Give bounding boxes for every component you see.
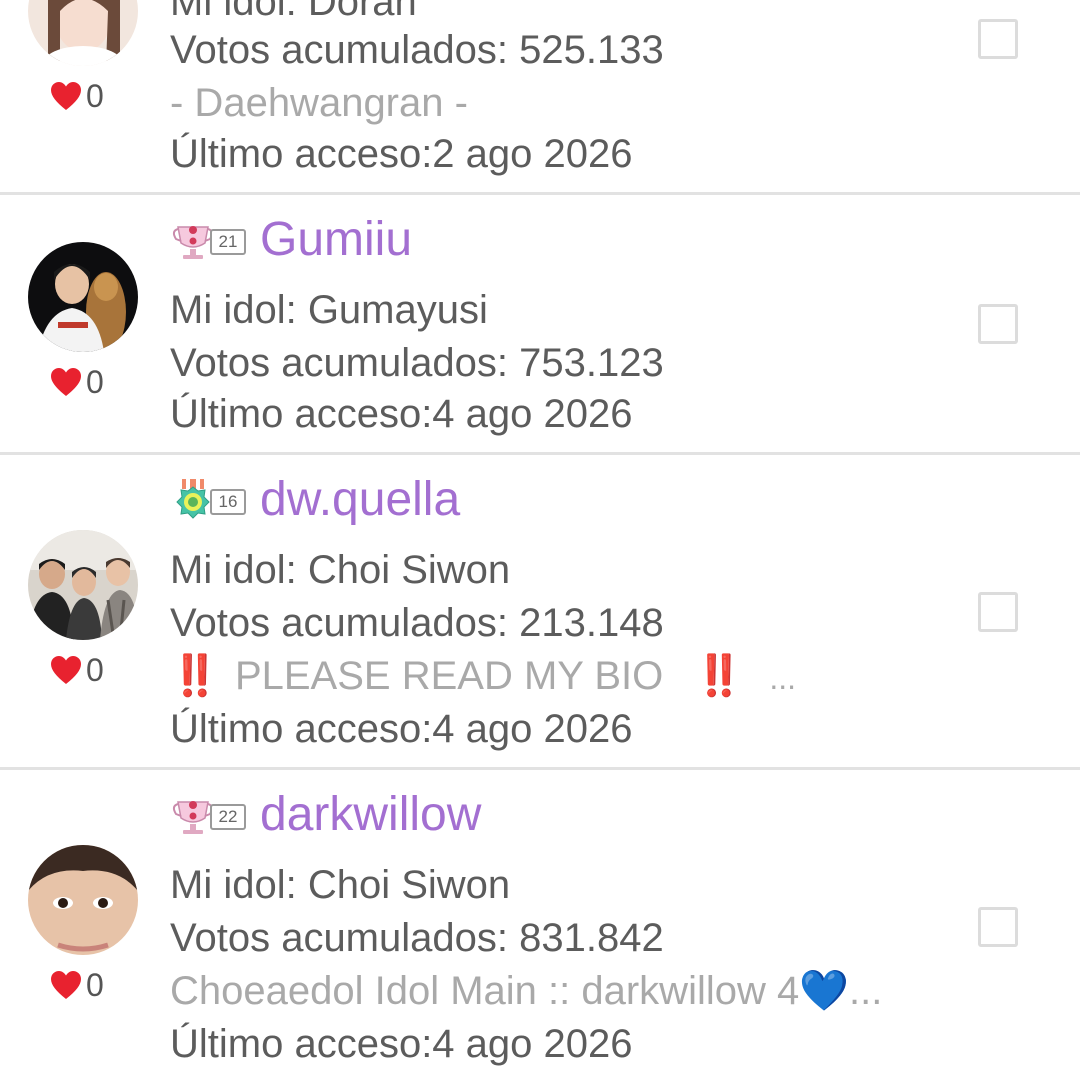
idol-line: Mi idol: Choi Siwon <box>170 863 511 907</box>
select-checkbox[interactable] <box>978 19 1018 59</box>
like-count: 0 <box>86 652 104 688</box>
heart-icon <box>51 971 81 999</box>
name-line: 22 darkwillow <box>170 785 481 845</box>
heart-icon <box>51 656 81 684</box>
status-ellipsis: ... <box>769 660 796 696</box>
level-badge: 21 <box>170 217 248 263</box>
avatar[interactable] <box>28 845 138 955</box>
status-message: ‼️ PLEASE READ MY BIO ‼️ ... <box>170 650 796 704</box>
likes[interactable]: 0 <box>50 965 104 1005</box>
heart-icon <box>51 368 81 396</box>
last-access: Último acceso:4 ago 2026 <box>170 707 633 751</box>
likes[interactable]: 0 <box>50 650 104 690</box>
last-access: Último acceso:2 ago 2026 <box>170 132 633 176</box>
like-count: 0 <box>86 364 104 400</box>
username[interactable]: Gumiiu <box>260 210 412 270</box>
level-number: 16 <box>210 489 246 515</box>
username[interactable]: darkwillow <box>260 785 481 845</box>
likes[interactable]: 0 <box>50 362 104 402</box>
last-access: Último acceso:4 ago 2026 <box>170 1022 633 1066</box>
votes-line: Votos acumulados: 831.842 <box>170 916 664 960</box>
name-line: 16 dw.quella <box>170 470 460 530</box>
idol-line: Mi idol: Gumayusi <box>170 288 488 332</box>
select-checkbox[interactable] <box>978 907 1018 947</box>
name-line: 21 Gumiiu <box>170 210 412 270</box>
like-count: 0 <box>86 967 104 1003</box>
avatar[interactable] <box>28 530 138 640</box>
user-row[interactable]: 0 Mi idol: Doran Votos acumulados: 525.1… <box>0 0 1080 192</box>
level-number: 22 <box>210 804 246 830</box>
double-exclamation-icon: ‼️ <box>170 654 220 698</box>
user-row[interactable]: 0 22 darkwillow Mi idol: Choi Siwon Voto… <box>0 770 1080 1080</box>
status-message: - Daehwangran - <box>170 81 468 125</box>
double-exclamation-icon: ‼️ <box>694 654 744 698</box>
user-list: 0 Mi idol: Doran Votos acumulados: 525.1… <box>0 0 1080 1080</box>
username[interactable]: dw.quella <box>260 470 460 530</box>
level-badge: 22 <box>170 792 248 838</box>
votes-line: Votos acumulados: 525.133 <box>170 28 664 72</box>
heart-icon <box>51 82 81 110</box>
status-message: Choeaedol Idol Main :: darkwillow 4💙... <box>170 969 883 1013</box>
user-row[interactable]: 0 21 Gumiiu Mi idol: Gumayusi Votos acum… <box>0 195 1080 452</box>
last-access: Último acceso:4 ago 2026 <box>170 392 633 436</box>
select-checkbox[interactable] <box>978 592 1018 632</box>
level-badge: 16 <box>170 477 248 523</box>
user-row[interactable]: 0 16 dw.quella Mi idol: Choi Siwon Votos… <box>0 455 1080 767</box>
votes-line: Votos acumulados: 213.148 <box>170 601 664 645</box>
avatar[interactable] <box>28 0 138 66</box>
like-count: 0 <box>86 78 104 114</box>
select-checkbox[interactable] <box>978 304 1018 344</box>
level-number: 21 <box>210 229 246 255</box>
likes[interactable]: 0 <box>50 76 104 116</box>
votes-line: Votos acumulados: 753.123 <box>170 341 664 385</box>
status-text: PLEASE READ MY BIO <box>234 654 664 698</box>
avatar[interactable] <box>28 242 138 352</box>
idol-line: Mi idol: Choi Siwon <box>170 548 511 592</box>
